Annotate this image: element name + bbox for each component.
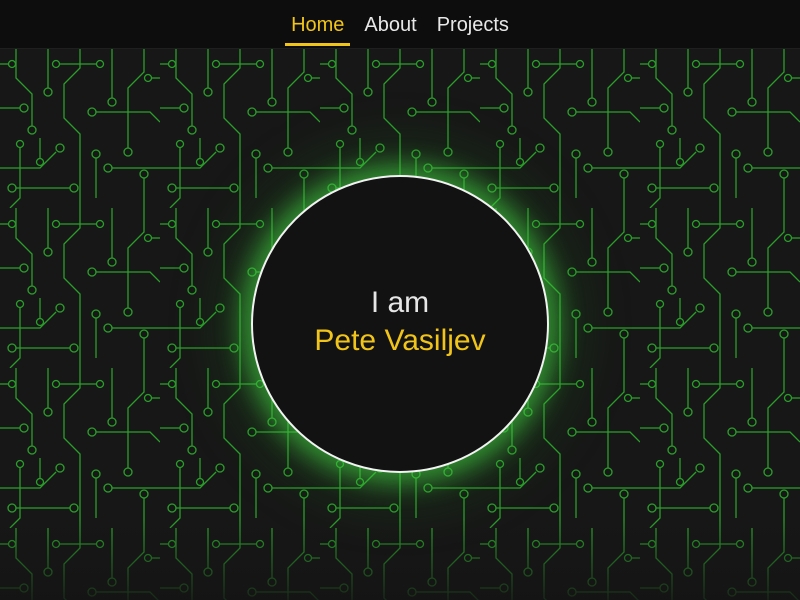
hero-name: Pete Vasiljev	[314, 324, 486, 357]
nav-link-home[interactable]: Home	[281, 0, 354, 48]
top-navbar: Home About Projects	[0, 0, 800, 49]
page: Home About Projects I am Pete Vasiljev	[0, 0, 800, 600]
hero-greeting: I am	[370, 286, 430, 319]
nav-link-about[interactable]: About	[354, 0, 426, 48]
hero-circle: I am Pete Vasiljev	[251, 175, 549, 473]
nav-link-projects[interactable]: Projects	[427, 0, 519, 48]
nav-links: Home About Projects	[0, 0, 800, 48]
